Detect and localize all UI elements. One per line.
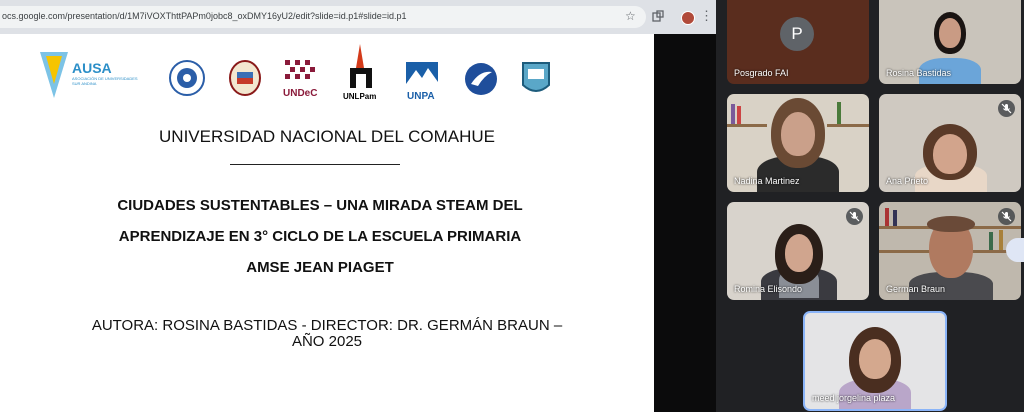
thesis-line-1: CIUDADES SUSTENTABLES – UNA MIRADA STEAM… — [117, 197, 523, 214]
participant-name: Rosina Bastidas — [886, 68, 952, 78]
participant-tile-nadina-martinez[interactable]: Nadina Martinez — [727, 94, 869, 192]
participant-name: Posgrado FAI — [734, 68, 789, 78]
thesis-line-2: APRENDIZAJE EN 3° CICLO DE LA ESCUELA PR… — [118, 228, 522, 245]
participant-name: meed jorgelina plaza — [812, 393, 896, 403]
participant-name: Romina Elisondo — [734, 284, 803, 294]
unpa-logo-icon — [406, 62, 438, 90]
authors-line-2: AÑO 2025 — [291, 333, 363, 350]
participant-tile-meed-jorgelina-plaza[interactable]: meed jorgelina plaza — [803, 311, 947, 411]
mic-off-icon — [846, 208, 863, 225]
participant-tile-ana-prieto[interactable]: Ana Prieto — [879, 94, 1021, 192]
authors-line-1: AUTORA: ROSINA BASTIDAS - DIRECTOR: DR. … — [91, 317, 563, 334]
unlpam-logo-icon — [350, 44, 372, 88]
ausa-logo-subtitle: ASOCIACIÓN DE UNIVERSIDADES SUR ANDINA — [72, 76, 138, 86]
address-bar[interactable]: ocs.google.com/presentation/d/1M7iVOXTht… — [0, 6, 646, 28]
star-icon[interactable]: ☆ — [625, 9, 636, 23]
mic-off-icon — [998, 208, 1015, 225]
thesis-line-3: AMSE JEAN PIAGET — [246, 259, 394, 276]
slide-margin — [654, 34, 716, 412]
slide-thesis-title: CIUDADES SUSTENTABLES – UNA MIRADA STEAM… — [0, 190, 640, 283]
participant-name: Ana Prieto — [886, 176, 929, 186]
ausa-logo-accent — [46, 56, 62, 84]
bird-logo-icon — [465, 63, 497, 95]
unpa-logo-text: UNPA — [407, 91, 435, 102]
seal-logo-icon — [169, 60, 205, 96]
participant-video-face — [939, 18, 961, 48]
participant-name: Nadina Martinez — [734, 176, 800, 186]
unlpam-logo-text: UNLPam — [343, 92, 377, 101]
slide-authors: AUTORA: ROSINA BASTIDAS - DIRECTOR: DR. … — [0, 318, 654, 350]
participant-name: German Braun — [886, 284, 946, 294]
slide-university-title: UNIVERSIDAD NACIONAL DEL COMAHUE — [159, 127, 495, 146]
mic-off-icon — [998, 100, 1015, 117]
undec-logo-text: UNDeC — [283, 88, 318, 99]
menu-kebab-icon[interactable]: ⋮ — [700, 9, 713, 23]
avatar: P — [780, 17, 814, 51]
participant-tile-posgrado-fai[interactable]: P Posgrado FAI — [727, 0, 869, 84]
ausa-logo-text: AUSA — [72, 60, 112, 76]
shield-logo-icon — [522, 62, 550, 92]
profile-avatar[interactable] — [681, 11, 695, 25]
title-divider — [230, 164, 400, 165]
participant-tile-rosina-bastidas[interactable]: Rosina Bastidas — [879, 0, 1021, 84]
extensions-icon[interactable] — [651, 10, 665, 24]
crest-logo-icon — [229, 60, 261, 96]
participant-tile-romina-elisondo[interactable]: Romina Elisondo — [727, 202, 869, 300]
participant-tile-german-braun[interactable]: German Braun — [879, 202, 1021, 300]
browser-toolbar: ocs.google.com/presentation/d/1M7iVOXTht… — [0, 0, 716, 34]
undec-logo-icon — [285, 60, 315, 79]
url-text: ocs.google.com/presentation/d/1M7iVOXTht… — [2, 11, 407, 21]
side-panel-toggle[interactable] — [1006, 238, 1024, 262]
browser-window: ocs.google.com/presentation/d/1M7iVOXTht… — [0, 0, 716, 412]
